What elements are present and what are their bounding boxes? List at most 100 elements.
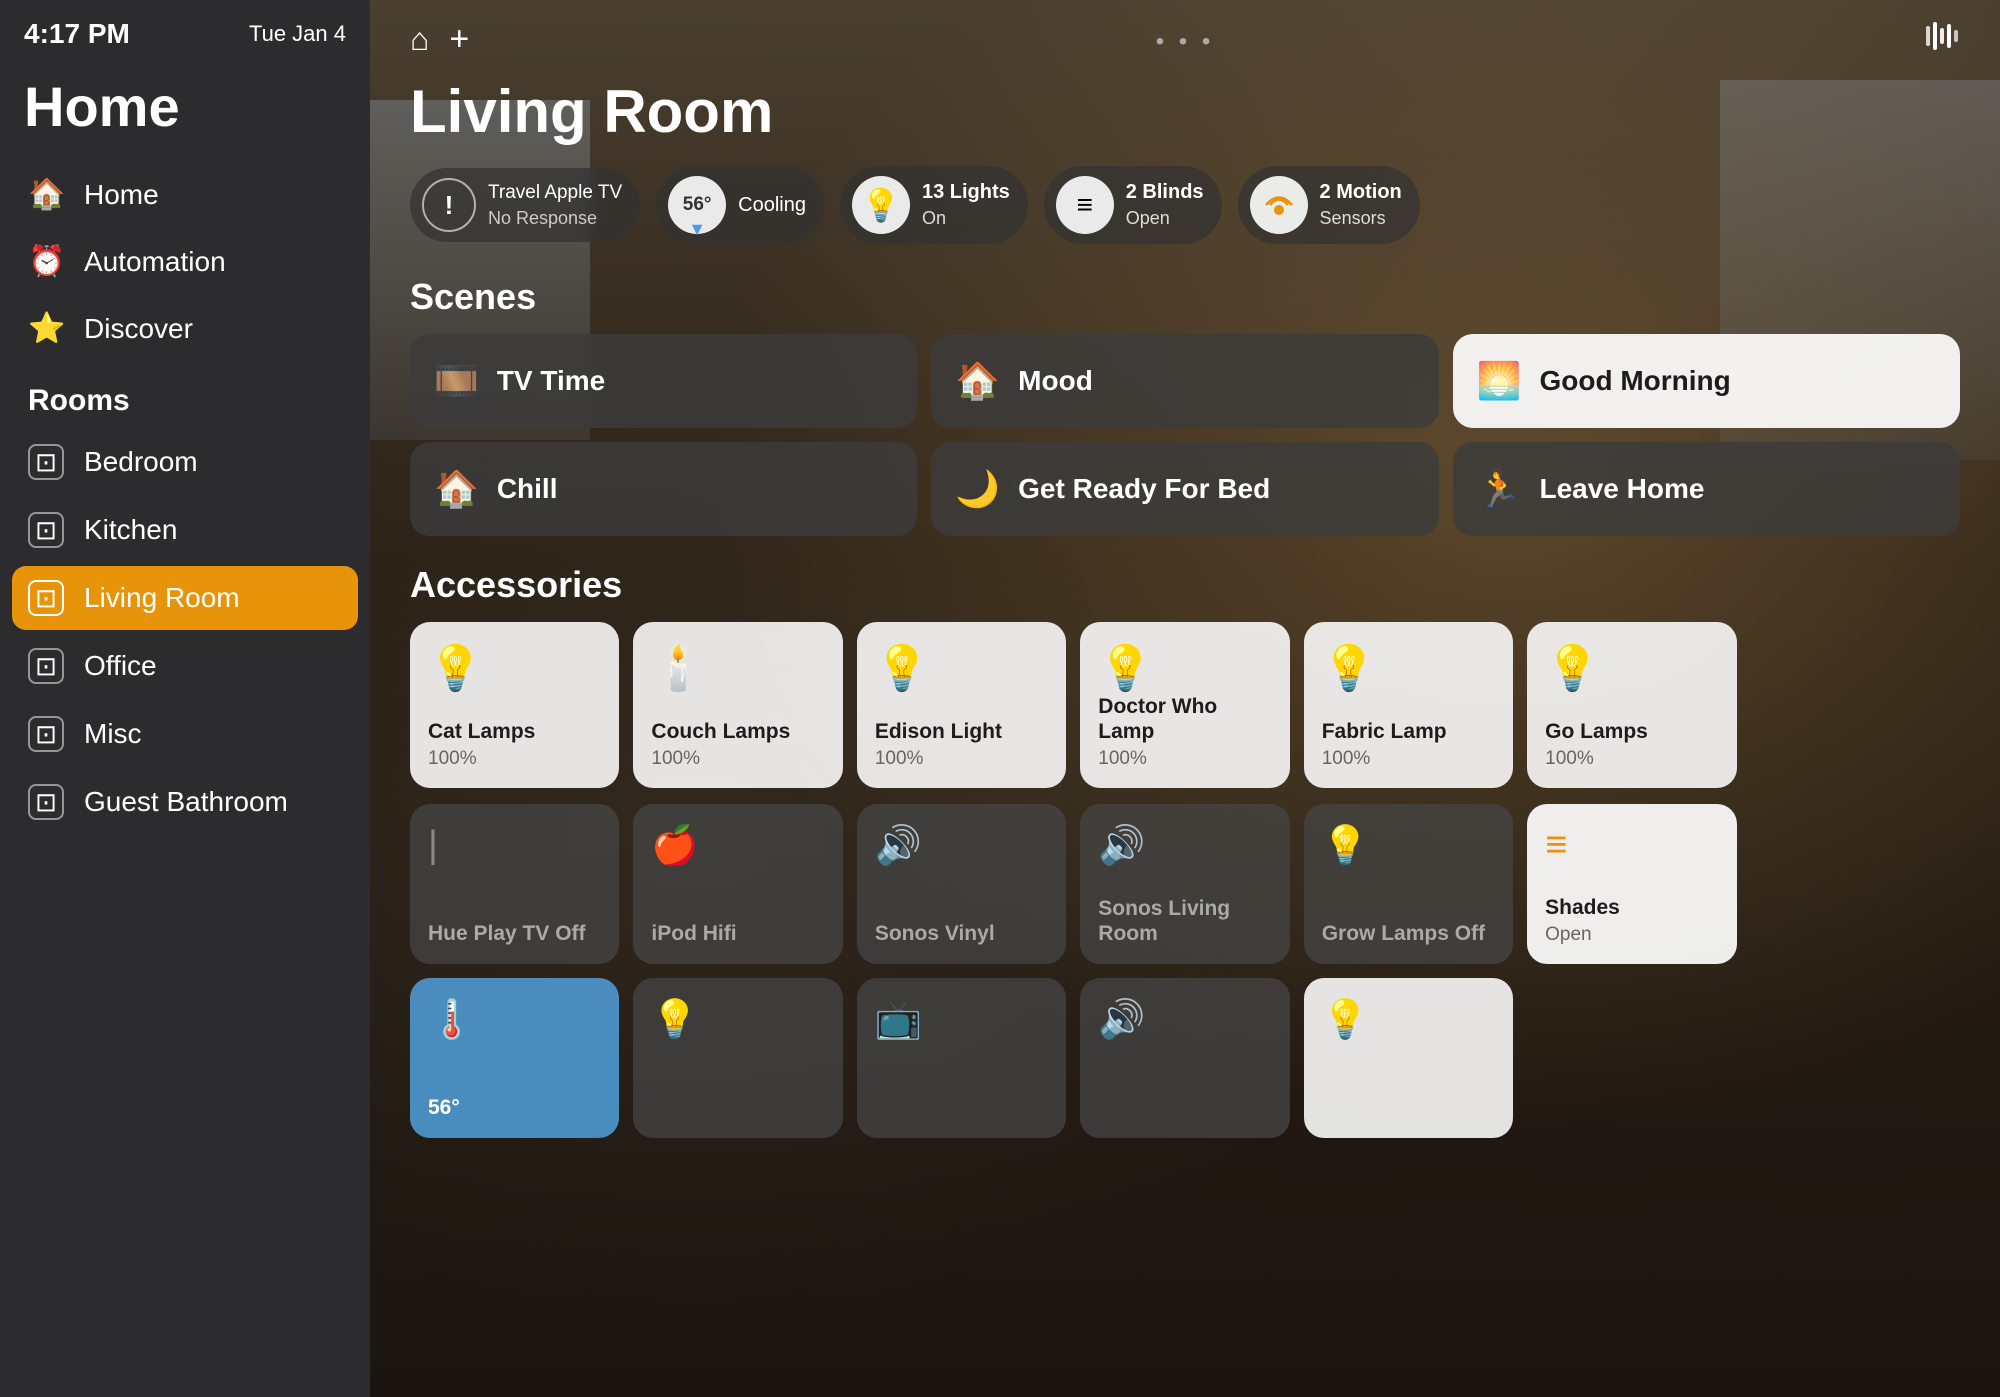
tv-status-pill[interactable]: ! Travel Apple TV No Response <box>410 168 640 242</box>
accessory-doctor-who-lamp[interactable]: 💡 Doctor Who Lamp 100% <box>1080 622 1289 788</box>
blinds-icon: ≡ <box>1077 189 1093 221</box>
accessory-unknown-2[interactable]: 💡 <box>633 978 842 1138</box>
sidebar-item-misc[interactable]: ⊡ Misc <box>12 702 358 766</box>
accessory-unknown-4[interactable]: 🔊 <box>1080 978 1289 1138</box>
scene-chill[interactable]: 🏠 Chill <box>410 442 917 536</box>
cat-lamps-icon: 💡 <box>428 642 483 694</box>
scene-get-ready-for-bed[interactable]: 🌙 Get Ready For Bed <box>931 442 1438 536</box>
doctor-who-lamp-label: Doctor Who Lamp <box>1098 694 1271 744</box>
accessory-sonos-vinyl[interactable]: 🔊 Sonos Vinyl <box>857 804 1066 964</box>
bedroom-icon: ⊡ <box>28 444 64 480</box>
shades-label: Shades <box>1545 895 1718 920</box>
unknown5-icon: 💡 <box>1322 999 1369 1041</box>
good-morning-icon: 🌅 <box>1477 360 1522 402</box>
accessory-shades[interactable]: ≡ Shades Open <box>1527 804 1736 964</box>
rooms-nav: ⊡ Bedroom ⊡ Kitchen ⊡ Living Room ⊡ Offi… <box>0 430 370 834</box>
go-lamps-icon: 💡 <box>1545 644 1600 693</box>
scene-mood[interactable]: 🏠 Mood <box>931 334 1438 428</box>
get-ready-for-bed-icon: 🌙 <box>955 468 1000 510</box>
sidebar-item-discover[interactable]: ⭐ Discover <box>12 297 358 360</box>
cooling-label: Cooling <box>738 194 806 217</box>
siri-button[interactable] <box>1924 18 1960 61</box>
shades-status: Open <box>1545 924 1718 946</box>
leave-home-icon: 🏃 <box>1477 468 1522 510</box>
top-bar-left: ⌂ + <box>410 20 469 59</box>
sonos-living-room-label: Sonos Living Room <box>1098 896 1271 946</box>
accessories-title: Accessories <box>410 564 1960 606</box>
grow-lamps-label: Grow Lamps Off <box>1322 921 1495 946</box>
accessory-sonos-living-room[interactable]: 🔊 Sonos Living Room <box>1080 804 1289 964</box>
sidebar-item-office[interactable]: ⊡ Office <box>12 634 358 698</box>
sidebar-item-kitchen[interactable]: ⊡ Kitchen <box>12 498 358 562</box>
accessory-fabric-lamp[interactable]: 💡 Fabric Lamp 100% <box>1304 622 1513 788</box>
accessory-edison-light[interactable]: 💡 Edison Light 100% <box>857 622 1066 788</box>
sidebar-item-living-room[interactable]: ⊡ Living Room <box>12 566 358 630</box>
home-button[interactable]: ⌂ <box>410 21 429 58</box>
scene-good-morning-label: Good Morning <box>1539 365 1730 397</box>
motion-pill[interactable]: 2 Motion Sensors <box>1238 166 1420 244</box>
accessory-apple-tv[interactable]: 📺 <box>857 978 1066 1138</box>
sonos-living-room-icon: 🔊 <box>1098 825 1145 867</box>
accessories-row-2: | Hue Play TV Off 🍎 iPod Hifi 🔊 <box>410 804 1960 964</box>
hue-play-tv-label: Hue Play TV Off <box>428 921 601 946</box>
sidebar-item-home-label: Home <box>84 179 159 211</box>
sidebar-item-guest-bathroom[interactable]: ⊡ Guest Bathroom <box>12 770 358 834</box>
blinds-pill[interactable]: ≡ 2 Blinds Open <box>1044 166 1222 244</box>
tv-time-icon: 🎞️ <box>434 360 479 402</box>
accessory-hue-play-tv[interactable]: | Hue Play TV Off <box>410 804 619 964</box>
add-button[interactable]: + <box>449 20 469 59</box>
home-icon: 🏠 <box>28 177 64 212</box>
accessory-unknown-5[interactable]: 💡 <box>1304 978 1513 1138</box>
motion-text: 2 Motion Sensors <box>1320 179 1402 230</box>
sidebar-item-bedroom[interactable]: ⊡ Bedroom <box>12 430 358 494</box>
chill-icon: 🏠 <box>434 468 479 510</box>
doctor-who-lamp-icon: 💡 <box>1098 644 1153 693</box>
ipod-hifi-label: iPod Hifi <box>651 921 824 946</box>
sidebar-item-automation[interactable]: ⏰ Automation <box>12 230 358 293</box>
blinds-text: 2 Blinds Open <box>1126 179 1204 230</box>
sidebar-item-bedroom-label: Bedroom <box>84 446 198 478</box>
office-icon: ⊡ <box>28 648 64 684</box>
sidebar-item-discover-label: Discover <box>84 313 193 345</box>
scene-leave-home[interactable]: 🏃 Leave Home <box>1453 442 1960 536</box>
kitchen-icon: ⊡ <box>28 512 64 548</box>
shades-icon: ≡ <box>1545 824 1567 866</box>
top-bar: ⌂ + • • • <box>410 0 1960 69</box>
accessory-temp-control[interactable]: 🌡️ 56° <box>410 978 619 1138</box>
scene-good-morning[interactable]: 🌅 Good Morning <box>1453 334 1960 428</box>
sidebar-nav: 🏠 Home ⏰ Automation ⭐ Discover <box>0 163 370 360</box>
accessory-ipod-hifi[interactable]: 🍎 iPod Hifi <box>633 804 842 964</box>
sidebar-item-automation-label: Automation <box>84 246 226 278</box>
sidebar-status-bar: 4:17 PM Tue Jan 4 <box>0 0 370 58</box>
fabric-lamp-label: Fabric Lamp <box>1322 719 1495 744</box>
more-options-button[interactable]: • • • <box>1156 28 1215 56</box>
go-lamps-status: 100% <box>1545 748 1718 770</box>
sonos-vinyl-icon: 🔊 <box>875 825 922 867</box>
rooms-section-title: Rooms <box>0 360 370 430</box>
accessory-couch-lamps[interactable]: 🕯️ Couch Lamps 100% <box>633 622 842 788</box>
sidebar-item-office-label: Office <box>84 650 157 682</box>
room-title: Living Room <box>410 69 1960 166</box>
lights-pill[interactable]: 💡 13 Lights On <box>840 166 1028 244</box>
unknown4-icon: 🔊 <box>1098 999 1145 1041</box>
lights-icon: 💡 <box>861 186 901 224</box>
accessory-go-lamps[interactable]: 💡 Go Lamps 100% <box>1527 622 1736 788</box>
scene-leave-home-label: Leave Home <box>1539 473 1704 505</box>
sidebar-item-home[interactable]: 🏠 Home <box>12 163 358 226</box>
siri-icon <box>1924 18 1960 54</box>
couch-lamps-status: 100% <box>651 748 824 770</box>
accessory-cat-lamps[interactable]: 💡 Cat Lamps 100% <box>410 622 619 788</box>
warning-icon: ! <box>445 190 454 221</box>
ipod-hifi-icon: 🍎 <box>651 825 698 867</box>
go-lamps-label: Go Lamps <box>1545 719 1718 744</box>
fabric-lamp-icon: 💡 <box>1322 644 1377 693</box>
temperature-pill[interactable]: 56° ▼ Cooling <box>656 166 824 244</box>
status-time: 4:17 PM <box>24 18 130 50</box>
automation-icon: ⏰ <box>28 244 64 279</box>
cat-lamps-status: 100% <box>428 748 601 770</box>
scene-tv-time[interactable]: 🎞️ TV Time <box>410 334 917 428</box>
grow-lamps-icon: 💡 <box>1322 825 1369 867</box>
accessory-grow-lamps[interactable]: 💡 Grow Lamps Off <box>1304 804 1513 964</box>
temp-control-icon: 🌡️ <box>428 999 475 1041</box>
sonos-vinyl-label: Sonos Vinyl <box>875 921 1048 946</box>
